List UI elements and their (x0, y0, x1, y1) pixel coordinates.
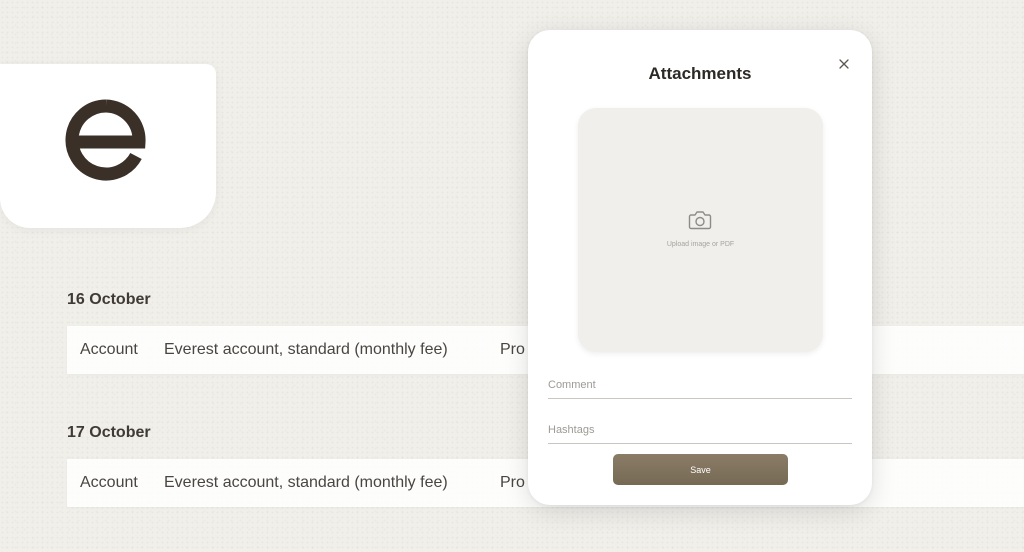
upload-dropzone[interactable]: Upload image or PDF (578, 108, 823, 352)
logo-card (0, 64, 216, 228)
date-heading: 17 October (67, 424, 151, 441)
transaction-type: Account (80, 474, 138, 491)
upload-hint: Upload image or PDF (666, 241, 735, 248)
transaction-description: Everest account, standard (monthly fee) (164, 474, 448, 491)
attachments-modal: Attachments Upload image or PDF Save (528, 30, 872, 505)
transaction-status: Pro (500, 474, 525, 491)
hashtags-input[interactable] (548, 420, 852, 444)
close-button[interactable] (836, 56, 852, 72)
close-icon (839, 59, 849, 69)
date-heading: 16 October (67, 291, 151, 308)
modal-title: Attachments (648, 64, 752, 83)
transaction-type: Account (80, 341, 138, 358)
transaction-description: Everest account, standard (monthly fee) (164, 341, 448, 358)
transaction-status: Pro (500, 341, 525, 358)
camera-icon (688, 211, 712, 230)
save-button[interactable]: Save (613, 454, 788, 485)
e-logo-icon (65, 99, 146, 181)
comment-input[interactable] (548, 375, 852, 399)
